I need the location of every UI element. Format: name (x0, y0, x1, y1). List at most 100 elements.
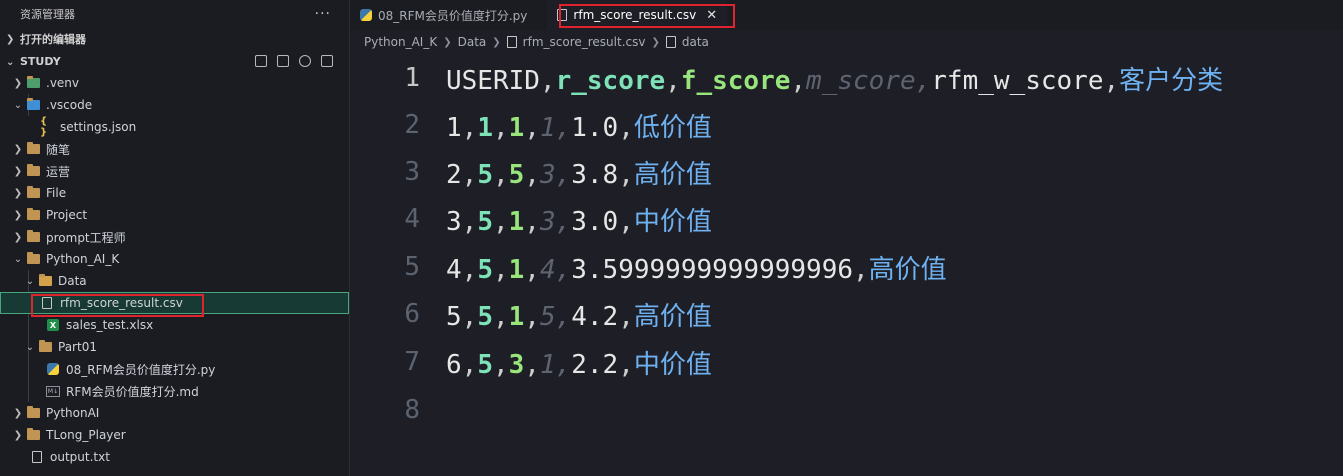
tree-item-suibi[interactable]: ❯ 随笔 (0, 138, 349, 160)
csv-data-line: 4,5,1,4,3.5999999999999996,高价值 (446, 254, 947, 285)
json-file-icon: { } (40, 116, 48, 138)
csv-data-line: 2,5,5,3,3.8,高价值 (446, 159, 712, 190)
tree-item-settings-json[interactable]: { } settings.json (0, 116, 349, 138)
line-number: 1 (404, 63, 420, 93)
folder-icon (26, 76, 40, 89)
folder-icon (26, 406, 40, 419)
refresh-icon[interactable] (299, 55, 311, 67)
line-number: 4 (404, 204, 420, 234)
new-file-icon[interactable] (255, 55, 267, 67)
tree-item-project[interactable]: ❯ Project (0, 204, 349, 226)
folder-icon (26, 186, 40, 199)
chevron-right-icon: ❯ (13, 187, 23, 199)
more-actions-icon[interactable]: ··· (315, 6, 331, 22)
folder-icon (26, 164, 40, 177)
file-icon (665, 36, 676, 48)
tree-item-prompt[interactable]: ❯ prompt工程师 (0, 226, 349, 248)
code-line: 1 USERID,r_score,f_score,m_score,rfm_w_s… (350, 55, 1223, 101)
tree-item-part01[interactable]: ⌄ Part01 (0, 336, 349, 358)
chevron-down-icon: ⌄ (25, 341, 35, 353)
line-number: 5 (404, 252, 420, 282)
tree-item-sales-test-xlsx[interactable]: X sales_test.xlsx (0, 314, 349, 336)
code-line: 4 3,5,1,3,3.0,中价值 (350, 196, 712, 242)
csv-data-line: 1,1,1,1,1.0,低价值 (446, 112, 712, 143)
tree-item-data[interactable]: ⌄ Data (0, 270, 349, 292)
tree-item-tlong-player[interactable]: ❯ TLong_Player (0, 424, 349, 446)
workspace-label: STUDY (20, 54, 61, 68)
breadcrumb-item[interactable]: Python_AI_K (364, 35, 437, 49)
chevron-right-icon: ❯ (13, 143, 23, 155)
tree-item-yunying[interactable]: ❯ 运营 (0, 160, 349, 182)
csv-data-line: 6,5,3,1,2.2,中价值 (446, 349, 712, 380)
folder-icon (26, 428, 40, 441)
file-tree: ❯ .venv ⌄ .vscode { } settings.json ❯ 随笔… (0, 72, 349, 468)
chevron-right-icon: ❯ (13, 77, 23, 89)
chevron-right-icon: ❯ (13, 429, 23, 441)
close-icon[interactable]: ✕ (706, 8, 717, 23)
tree-item-output-txt[interactable]: output.txt (0, 446, 349, 468)
csv-data-line: 3,5,1,3,3.0,中价值 (446, 206, 712, 237)
line-number: 3 (404, 157, 420, 187)
csv-header-line: USERID,r_score,f_score,m_score,rfm_w_sco… (446, 65, 1224, 96)
tree-item-venv[interactable]: ❯ .venv (0, 72, 349, 94)
code-line: 8 (350, 387, 446, 433)
chevron-right-icon: ❯ (13, 407, 23, 419)
code-editor[interactable]: 1 USERID,r_score,f_score,m_score,rfm_w_s… (350, 54, 1343, 476)
csv-file-icon (557, 9, 568, 21)
python-file-icon (46, 363, 60, 375)
markdown-file-icon: M↓ (46, 385, 60, 397)
vscode-folder-icon (26, 98, 40, 111)
tree-item-rfm-md[interactable]: M↓ RFM会员价值度打分.md (0, 380, 349, 402)
folder-icon (26, 230, 40, 243)
explorer-header: 资源管理器 ··· (0, 0, 349, 28)
csv-file-icon (506, 36, 517, 48)
editor-tab-bar: 08_RFM会员价值度打分.py rfm_score_result.csv ✕ (350, 0, 1343, 30)
chevron-right-icon: ❯ (13, 231, 23, 243)
explorer-sidebar: 资源管理器 ··· ❯ 打开的编辑器 ⌄ STUDY ❯ .venv ⌄ .vsc… (0, 0, 350, 476)
breadcrumb-item[interactable]: Data (458, 35, 487, 49)
tab-rfm-py[interactable]: 08_RFM会员价值度打分.py (350, 0, 537, 30)
chevron-down-icon: ⌄ (25, 275, 35, 287)
line-number: 6 (404, 299, 420, 329)
excel-file-icon: X (46, 319, 60, 331)
text-file-icon (30, 451, 44, 463)
breadcrumb: Python_AI_K ❯ Data ❯ rfm_score_result.cs… (364, 33, 709, 51)
folder-icon (26, 142, 40, 155)
tree-item-file[interactable]: ❯ File (0, 182, 349, 204)
line-number: 8 (404, 395, 420, 425)
chevron-down-icon: ⌄ (6, 56, 15, 68)
tree-item-rfm-py[interactable]: 08_RFM会员价值度打分.py (0, 358, 349, 380)
data-folder-icon (38, 274, 52, 287)
tree-item-python-ai-k[interactable]: ⌄ Python_AI_K (0, 248, 349, 270)
open-editors-section[interactable]: ❯ 打开的编辑器 (0, 28, 349, 50)
tree-item-pythonai[interactable]: ❯ PythonAI (0, 402, 349, 424)
code-line: 7 6,5,3,1,2.2,中价值 (350, 339, 712, 385)
open-editors-label: 打开的编辑器 (20, 33, 86, 46)
chevron-right-icon: ❯ (651, 36, 660, 48)
workspace-section[interactable]: ⌄ STUDY (0, 50, 349, 72)
tab-rfm-score-result-csv[interactable]: rfm_score_result.csv ✕ (547, 0, 728, 30)
line-number: 2 (404, 110, 420, 140)
collapse-all-icon[interactable] (321, 55, 333, 67)
chevron-right-icon: ❯ (13, 209, 23, 221)
code-line: 3 2,5,5,3,3.8,高价值 (350, 149, 712, 195)
folder-icon (26, 208, 40, 221)
tree-item-vscode[interactable]: ⌄ .vscode (0, 94, 349, 116)
chevron-right-icon: ❯ (492, 36, 501, 48)
folder-open-icon (38, 340, 52, 353)
tree-item-rfm-score-result-csv[interactable]: rfm_score_result.csv (0, 292, 349, 314)
folder-open-icon (26, 252, 40, 265)
explorer-title: 资源管理器 (20, 8, 75, 21)
chevron-down-icon: ⌄ (13, 99, 23, 111)
python-file-icon (360, 9, 372, 21)
csv-file-icon (40, 297, 54, 309)
line-number: 7 (404, 347, 420, 377)
breadcrumb-item[interactable]: rfm_score_result.csv (523, 35, 646, 49)
chevron-down-icon: ⌄ (13, 253, 23, 265)
code-line: 5 4,5,1,4,3.5999999999999996,高价值 (350, 244, 947, 290)
chevron-right-icon: ❯ (13, 165, 23, 177)
new-folder-icon[interactable] (277, 55, 289, 67)
breadcrumb-item[interactable]: data (682, 35, 709, 49)
chevron-right-icon: ❯ (443, 36, 452, 48)
csv-data-line: 5,5,1,5,4.2,高价值 (446, 301, 712, 332)
